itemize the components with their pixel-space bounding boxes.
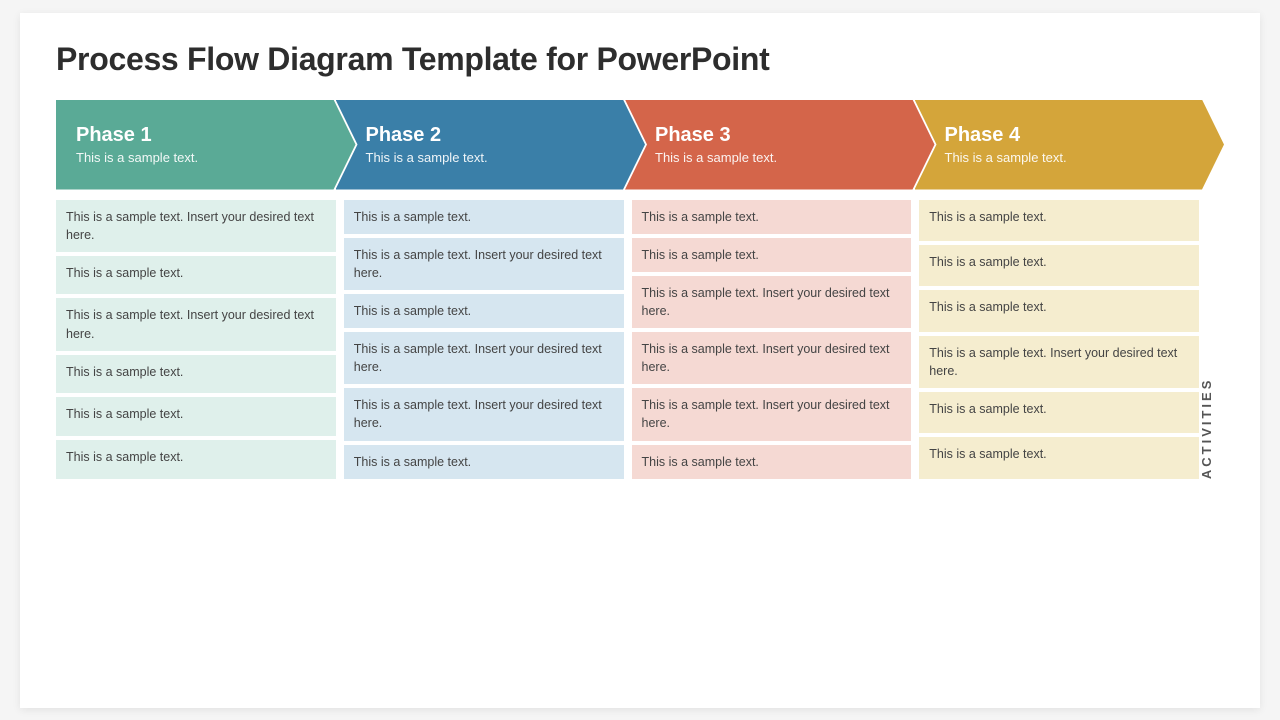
cell-1-2: This is a sample text. (56, 256, 336, 295)
cell-3-1: This is a sample text. (632, 200, 912, 234)
phase-2-label: Phase 2 (366, 124, 626, 147)
cell-2-2: This is a sample text. Insert your desir… (344, 238, 624, 290)
cell-4-2: This is a sample text. (919, 245, 1199, 286)
phase-4-label: Phase 4 (945, 124, 1205, 147)
phase-1-arrow: Phase 1 This is a sample text. (56, 100, 356, 190)
cell-3-6: This is a sample text. (632, 445, 912, 479)
phase-4-sub: This is a sample text. (945, 150, 1205, 165)
cell-2-6: This is a sample text. (344, 445, 624, 479)
phase-4-arrow: Phase 4 This is a sample text. (915, 100, 1225, 190)
grid-wrapper: This is a sample text. Insert your desir… (56, 200, 1224, 479)
cell-1-6: This is a sample text. (56, 440, 336, 479)
slide-title: Process Flow Diagram Template for PowerP… (56, 41, 1224, 78)
cell-1-4: This is a sample text. (56, 355, 336, 394)
phase-3-label: Phase 3 (655, 124, 915, 147)
activities-label: ACTIVITIES (1199, 200, 1224, 479)
cell-4-6: This is a sample text. (919, 437, 1199, 478)
cell-4-1: This is a sample text. (919, 200, 1199, 241)
column-3: This is a sample text. This is a sample … (632, 200, 912, 479)
cell-4-3: This is a sample text. (919, 290, 1199, 331)
cell-1-3: This is a sample text. Insert your desir… (56, 298, 336, 350)
phase-2-sub: This is a sample text. (366, 150, 626, 165)
grid-cols: This is a sample text. Insert your desir… (56, 200, 1199, 479)
cell-2-1: This is a sample text. (344, 200, 624, 234)
column-2: This is a sample text. This is a sample … (344, 200, 624, 479)
slide: Process Flow Diagram Template for PowerP… (20, 13, 1260, 708)
cell-4-5: This is a sample text. (919, 392, 1199, 433)
cell-3-5: This is a sample text. Insert your desir… (632, 388, 912, 440)
phase-2-arrow: Phase 2 This is a sample text. (336, 100, 646, 190)
phase-1-label: Phase 1 (76, 124, 336, 147)
phase-3-arrow: Phase 3 This is a sample text. (625, 100, 935, 190)
cell-2-5: This is a sample text. Insert your desir… (344, 388, 624, 440)
column-4: This is a sample text. This is a sample … (919, 200, 1199, 479)
cell-3-3: This is a sample text. Insert your desir… (632, 276, 912, 328)
column-1: This is a sample text. Insert your desir… (56, 200, 336, 479)
cell-4-4: This is a sample text. Insert your desir… (919, 336, 1199, 388)
cell-1-1: This is a sample text. Insert your desir… (56, 200, 336, 252)
cell-3-2: This is a sample text. (632, 238, 912, 272)
phases-header: Phase 1 This is a sample text. Phase 2 T… (56, 100, 1224, 190)
phase-3-sub: This is a sample text. (655, 150, 915, 165)
cell-2-3: This is a sample text. (344, 294, 624, 328)
cell-2-4: This is a sample text. Insert your desir… (344, 332, 624, 384)
phase-1-sub: This is a sample text. (76, 150, 336, 165)
cell-1-5: This is a sample text. (56, 397, 336, 436)
cell-3-4: This is a sample text. Insert your desir… (632, 332, 912, 384)
